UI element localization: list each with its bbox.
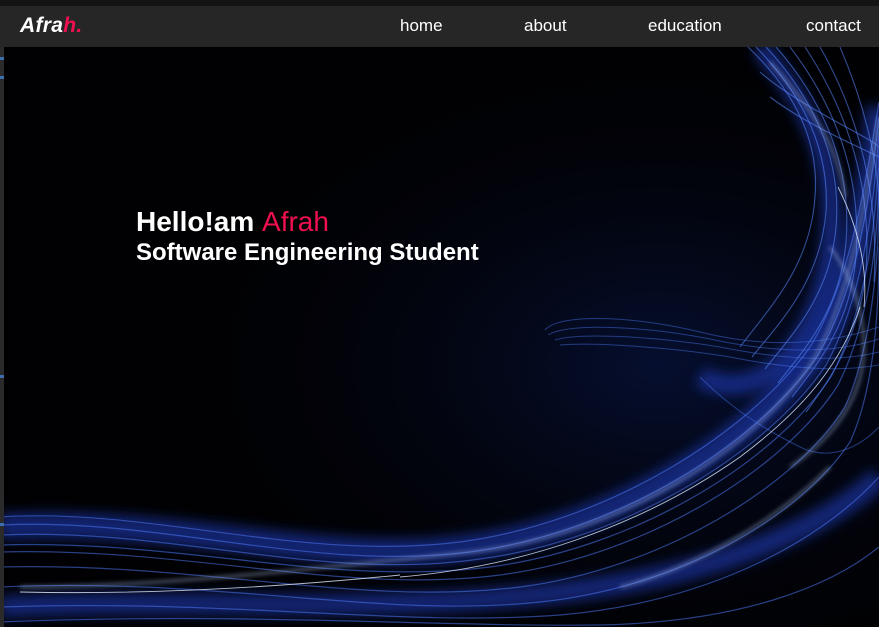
hero-background-waves (0, 47, 879, 627)
hero-greeting: Hello!am Afrah (136, 206, 479, 238)
left-window-edge (0, 47, 4, 627)
hero-subtitle: Software Engineering Student (136, 239, 479, 266)
site-logo[interactable]: Afrah. (20, 14, 82, 38)
nav-link-about[interactable]: about (524, 16, 567, 36)
edge-marker (0, 57, 4, 60)
edge-marker (0, 76, 4, 79)
logo-text: Afra (20, 14, 64, 37)
nav-link-home[interactable]: home (400, 16, 443, 36)
nav-link-contact[interactable]: contact (806, 16, 861, 36)
edge-marker (0, 375, 4, 378)
navbar: Afrah. home about education contact (0, 6, 879, 47)
nav-link-education[interactable]: education (648, 16, 722, 36)
page: Afrah. home about education contact Hell… (0, 0, 879, 627)
hero-name: Afrah (262, 206, 329, 237)
edge-marker (0, 523, 4, 526)
hero-text: Hello!am Afrah Software Engineering Stud… (136, 206, 479, 268)
greeting-text: Hello!am (136, 206, 255, 237)
logo-accent-text: h. (63, 14, 83, 37)
